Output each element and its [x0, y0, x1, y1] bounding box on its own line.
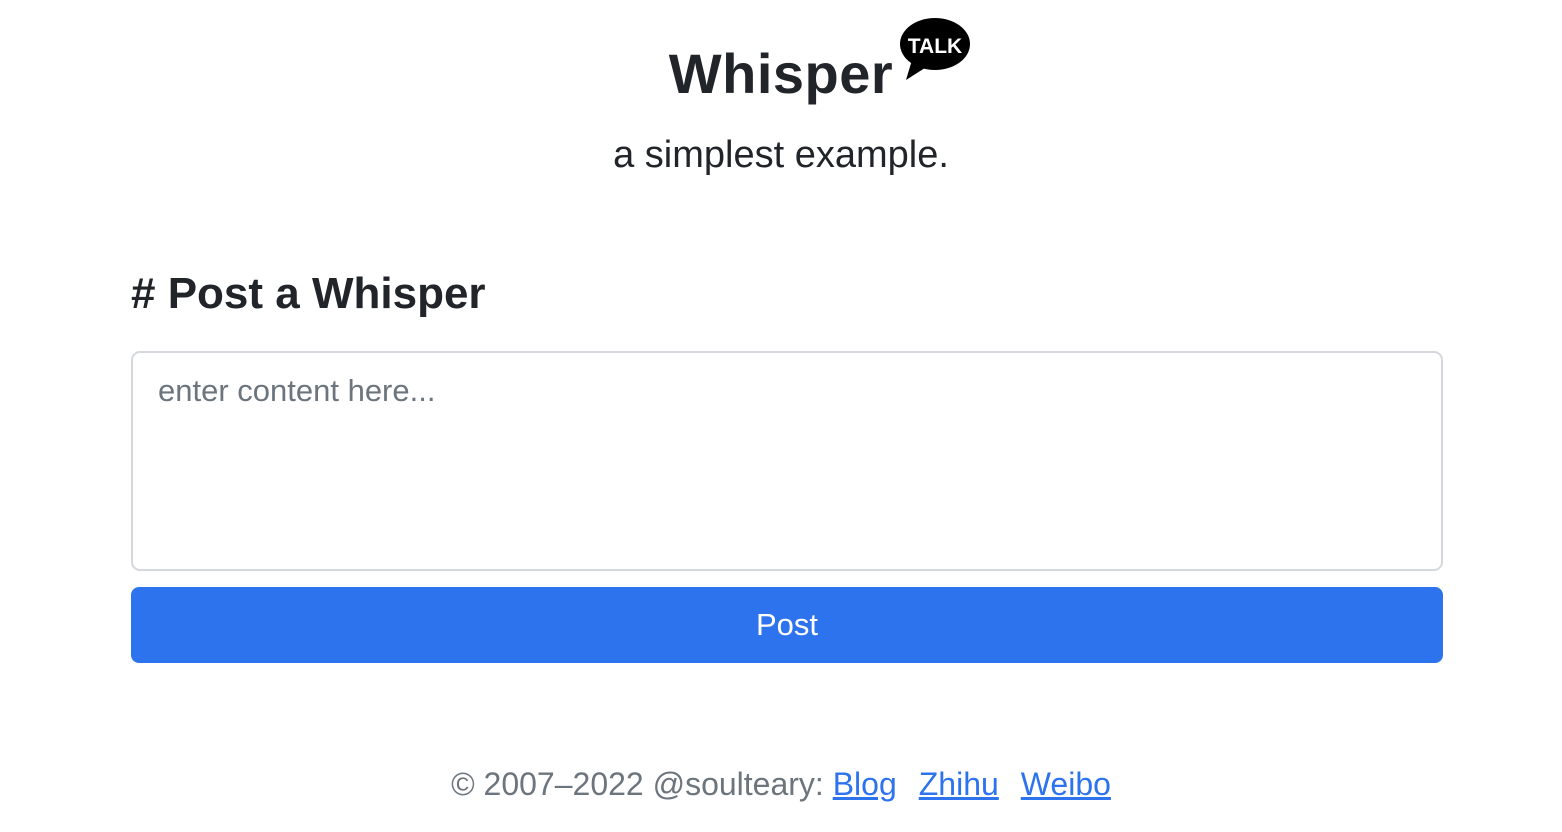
footer-link-weibo[interactable]: Weibo	[1021, 766, 1111, 802]
footer-copyright: © 2007–2022 @soulteary:	[451, 766, 833, 802]
brand: Whisper	[0, 36, 1562, 112]
page: Whisper TALK a simplest example. # Post …	[0, 0, 1562, 832]
post-section-heading: # Post a Whisper	[131, 269, 486, 318]
talk-badge-label: TALK	[908, 35, 962, 58]
post-button[interactable]: Post	[131, 587, 1443, 663]
footer-link-blog[interactable]: Blog	[833, 766, 897, 802]
footer: © 2007–2022 @soulteary: Blog Zhihu Weibo	[0, 762, 1562, 806]
footer-link-zhihu[interactable]: Zhihu	[919, 766, 999, 802]
site-title: Whisper	[668, 42, 894, 105]
content-input[interactable]	[131, 351, 1443, 571]
talk-bubble-icon: TALK	[898, 16, 972, 82]
site-tagline: a simplest example.	[613, 134, 949, 176]
